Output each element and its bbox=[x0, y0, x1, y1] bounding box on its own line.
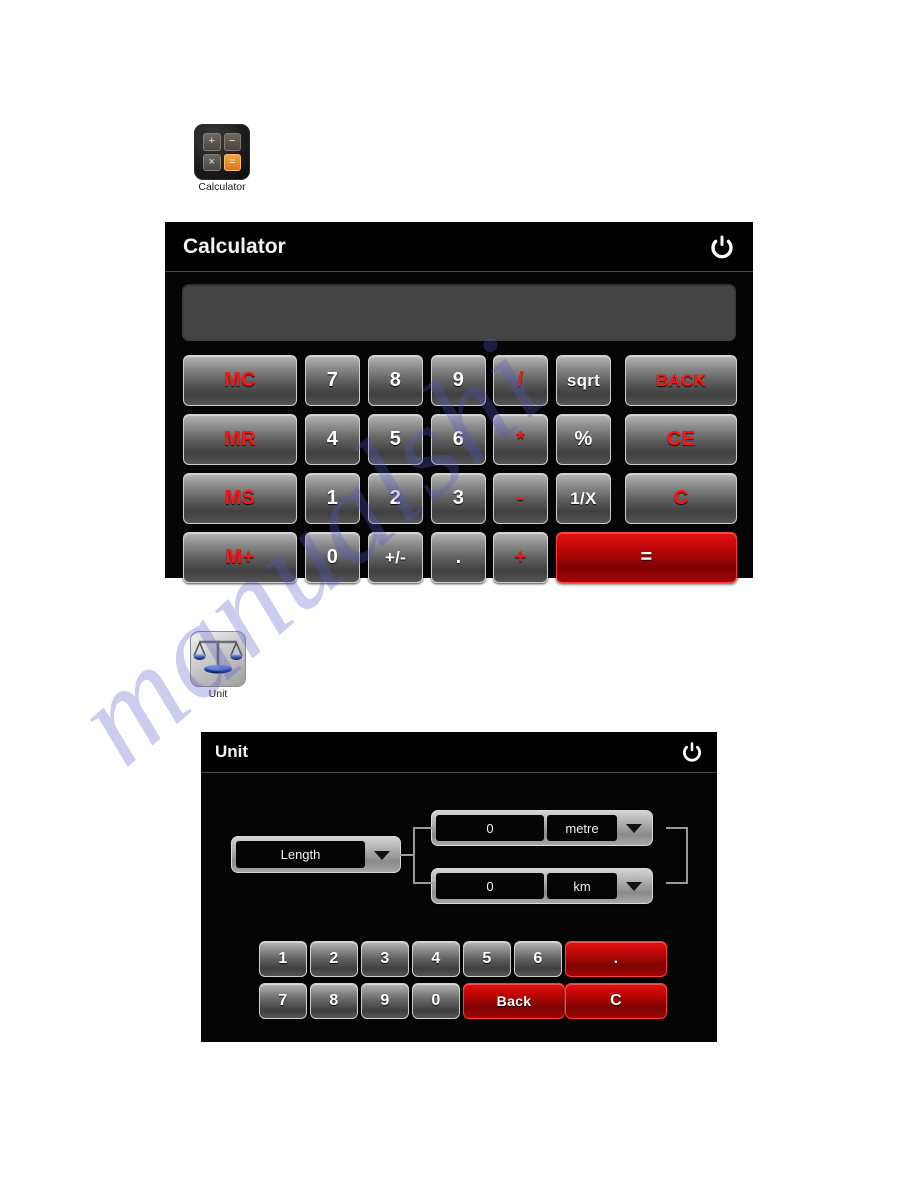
calculator-key-label: 7 bbox=[326, 369, 339, 391]
unit-key-label: 2 bbox=[329, 950, 339, 967]
calculator-key-2[interactable]: 2 bbox=[368, 473, 423, 524]
desktop-icon-unit[interactable]: Unit bbox=[190, 631, 246, 700]
calculator-key-[interactable]: = bbox=[556, 532, 737, 583]
calculator-key-ce[interactable]: CE bbox=[625, 414, 737, 465]
calculator-key-[interactable]: % bbox=[556, 414, 611, 465]
document-page: + − × = Calculator Unit Calculator MC 7 … bbox=[0, 0, 918, 1188]
calculator-key-mr[interactable]: MR bbox=[183, 414, 297, 465]
unit-key-label: . bbox=[613, 950, 619, 967]
calculator-key-c[interactable]: C bbox=[625, 473, 737, 524]
calculator-key-6[interactable]: 6 bbox=[431, 414, 486, 465]
unit-window: Unit Length 0 metre 0 km 1 2 3 4 5 6 . 7… bbox=[201, 732, 717, 1042]
unit-key-5[interactable]: 5 bbox=[463, 941, 511, 977]
unit-key-label: 7 bbox=[278, 992, 288, 1009]
calculator-key-label: 1/X bbox=[570, 488, 597, 508]
unit-key-back[interactable]: Back bbox=[463, 983, 565, 1019]
unit-key-label: 3 bbox=[380, 950, 390, 967]
calculator-key-label: 2 bbox=[389, 487, 402, 509]
unit-keypad: 1 2 3 4 5 6. 7 8 9 0 Back C bbox=[201, 732, 717, 1042]
calculator-key-label: = bbox=[640, 546, 653, 568]
calculator-key-label: 1 bbox=[326, 487, 339, 509]
calculator-key-1[interactable]: 1 bbox=[305, 473, 360, 524]
calculator-key-label: * bbox=[516, 428, 525, 450]
unit-key-label: 6 bbox=[533, 950, 543, 967]
calculator-key-label: CE bbox=[666, 428, 696, 450]
calculator-key-label: 0 bbox=[326, 546, 339, 568]
calculator-key-8[interactable]: 8 bbox=[368, 355, 423, 406]
calculator-keypad: MC 7 8 9 / sqrt BACK MR 4 5 6 *% CE MS 1 2 3 - 1/X C M+ 0 +/-.… bbox=[165, 222, 753, 583]
unit-key-9[interactable]: 9 bbox=[361, 983, 409, 1019]
calculator-key-label: 3 bbox=[452, 487, 465, 509]
calculator-window: Calculator MC 7 8 9/sqrt BACK MR 4 5 6 *% CE MS 1 2 3-… bbox=[165, 222, 753, 583]
unit-key-7[interactable]: 7 bbox=[259, 983, 307, 1019]
unit-key-label: 8 bbox=[329, 992, 339, 1009]
calculator-key-[interactable]: . bbox=[431, 532, 486, 583]
calculator-key-label: BACK bbox=[655, 370, 707, 390]
balance-scale-app-icon bbox=[190, 631, 246, 687]
connector-left bbox=[413, 827, 435, 884]
calculator-key-back[interactable]: BACK bbox=[625, 355, 737, 406]
calculator-key-[interactable]: * bbox=[493, 414, 548, 465]
calculator-key-m+[interactable]: M+ bbox=[183, 532, 297, 583]
unit-key-0[interactable]: 0 bbox=[412, 983, 460, 1019]
calculator-key-label: % bbox=[574, 428, 593, 450]
desktop-icon-calculator-label: Calculator bbox=[198, 181, 246, 193]
desktop-icon-unit-label: Unit bbox=[208, 688, 228, 700]
calculator-key-label: MS bbox=[224, 487, 256, 509]
calculator-key-ms[interactable]: MS bbox=[183, 473, 297, 524]
unit-key-label: C bbox=[610, 992, 622, 1009]
calculator-key-label: / bbox=[517, 369, 524, 391]
unit-key-label: 5 bbox=[482, 950, 492, 967]
unit-key-label: 9 bbox=[380, 992, 390, 1009]
unit-key-dot[interactable]: . bbox=[565, 941, 667, 977]
unit-key-label: 0 bbox=[431, 992, 441, 1009]
unit-key-label: Back bbox=[496, 993, 532, 1009]
calculator-key-label: +/- bbox=[384, 547, 407, 567]
unit-key-2[interactable]: 2 bbox=[310, 941, 358, 977]
calculator-key-[interactable]: / bbox=[493, 355, 548, 406]
calc-icon-equals: = bbox=[223, 153, 241, 171]
calculator-key-0[interactable]: 0 bbox=[305, 532, 360, 583]
calculator-key-9[interactable]: 9 bbox=[431, 355, 486, 406]
unit-key-c[interactable]: C bbox=[565, 983, 667, 1019]
unit-key-8[interactable]: 8 bbox=[310, 983, 358, 1019]
calculator-key-label: MC bbox=[224, 369, 256, 391]
connector-left-stem bbox=[397, 854, 415, 856]
unit-key-3[interactable]: 3 bbox=[361, 941, 409, 977]
calc-icon-plus: + bbox=[203, 133, 221, 151]
calculator-key-label: 4 bbox=[326, 428, 339, 450]
calculator-key-3[interactable]: 3 bbox=[431, 473, 486, 524]
unit-key-label: 1 bbox=[278, 950, 288, 967]
desktop-icon-calculator[interactable]: + − × = Calculator bbox=[192, 124, 252, 193]
calculator-key-label: + bbox=[514, 546, 527, 568]
calculator-key-label: . bbox=[455, 546, 462, 568]
calc-icon-times: × bbox=[203, 153, 221, 171]
calculator-key-1-x[interactable]: 1/X bbox=[556, 473, 611, 524]
calculator-key-+[interactable]: + bbox=[493, 532, 548, 583]
calculator-key-sqrt[interactable]: sqrt bbox=[556, 355, 611, 406]
calculator-key-label: 9 bbox=[452, 369, 465, 391]
calculator-key-label: sqrt bbox=[566, 370, 601, 390]
calculator-key-7[interactable]: 7 bbox=[305, 355, 360, 406]
calculator-key-label: 8 bbox=[389, 369, 402, 391]
unit-key-4[interactable]: 4 bbox=[412, 941, 460, 977]
unit-key-6[interactable]: 6 bbox=[514, 941, 562, 977]
unit-key-1[interactable]: 1 bbox=[259, 941, 307, 977]
connector-right bbox=[666, 827, 688, 884]
calculator-key-4[interactable]: 4 bbox=[305, 414, 360, 465]
calculator-app-icon: + − × = bbox=[194, 124, 250, 180]
calculator-key-label: 5 bbox=[389, 428, 402, 450]
unit-key-label: 4 bbox=[431, 950, 441, 967]
calculator-key-label: - bbox=[517, 487, 524, 509]
calculator-key-[interactable]: - bbox=[493, 473, 548, 524]
calculator-key-label: M+ bbox=[225, 546, 255, 568]
calculator-key-5[interactable]: 5 bbox=[368, 414, 423, 465]
calculator-key-mc[interactable]: MC bbox=[183, 355, 297, 406]
calculator-key-label: C bbox=[673, 487, 689, 509]
calculator-key-+[interactable]: +/- bbox=[368, 532, 423, 583]
calculator-key-label: 6 bbox=[452, 428, 465, 450]
calculator-key-label: MR bbox=[224, 428, 256, 450]
calc-icon-minus: − bbox=[223, 133, 241, 151]
